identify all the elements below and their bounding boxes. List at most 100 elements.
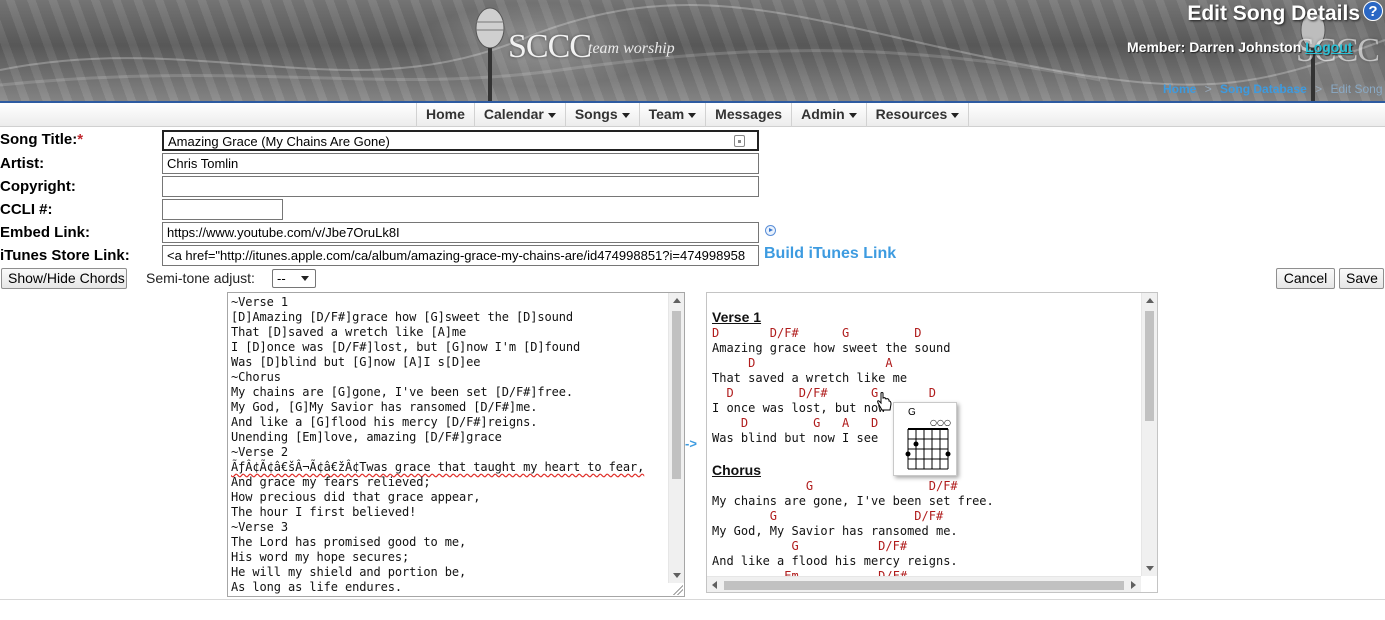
breadcrumb-separator: > — [1204, 82, 1212, 96]
editor-line: ~Chorus — [231, 370, 281, 384]
editor-line: My God, [G]My Savior has ransomed [D/F#]… — [231, 400, 538, 414]
resize-handle-icon[interactable] — [673, 585, 683, 595]
breadcrumb-separator: > — [1315, 82, 1323, 96]
semitone-label: Semi-tone adjust: — [146, 270, 255, 286]
breadcrumb-current: Edit Song — [1330, 82, 1383, 96]
section-title: Verse 1 — [712, 309, 762, 325]
logo-subtitle: team worship — [588, 40, 675, 57]
editor-line: The Lord has promised good to me, — [231, 535, 467, 549]
editor-line: ~Verse 1 — [231, 295, 288, 309]
editor-scrollbar[interactable] — [668, 293, 684, 583]
autofill-icon[interactable] — [734, 135, 745, 147]
editor-line: How precious did that grace appear, — [231, 490, 481, 504]
footer-divider — [0, 599, 1385, 600]
scroll-up-icon[interactable] — [1146, 298, 1154, 303]
copyright-input[interactable] — [162, 176, 759, 197]
ccli-input[interactable] — [162, 199, 283, 220]
page-title: Edit Song Details — [1187, 2, 1360, 25]
embed-link-label: Embed Link: — [0, 224, 91, 241]
editor-line: Unending [Em]love, amazing [D/F#]grace — [231, 430, 502, 444]
chord-line: G D/F# — [712, 509, 944, 523]
editor-line: Was [D]blind but [G]now [A]I s[D]ee — [231, 355, 481, 369]
editor-text[interactable]: ~Verse 1 [D]Amazing [D/F#]grace how [G]s… — [231, 295, 644, 595]
chevron-down-icon — [848, 112, 857, 118]
chevron-down-icon — [951, 112, 960, 118]
lyric-line: And like a flood his mercy reigns. — [712, 554, 958, 568]
song-title-label: Song Title:* — [0, 131, 84, 148]
breadcrumb-song-database[interactable]: Song Database — [1220, 82, 1307, 96]
chord-line: D D/F# G D — [712, 386, 936, 400]
header-banner: SCCC team worship SCCC Edit Song Details… — [0, 0, 1385, 101]
chevron-down-icon — [301, 276, 309, 281]
preview-hscroll-thumb[interactable] — [724, 581, 1124, 590]
scroll-right-icon[interactable] — [1131, 581, 1136, 589]
nav-item-team[interactable]: Team — [638, 103, 706, 127]
nav-items: Home Calendar Songs Team Messages Admin … — [416, 103, 970, 127]
song-title-input[interactable]: Amazing Grace (My Chains Are Gone) — [162, 130, 759, 151]
nav-item-messages[interactable]: Messages — [705, 103, 791, 127]
required-marker: * — [77, 131, 84, 148]
chevron-down-icon — [621, 112, 630, 118]
play-preview-icon[interactable] — [765, 225, 776, 236]
preview-scroll-thumb[interactable] — [1145, 311, 1154, 421]
breadcrumb-home[interactable]: Home — [1163, 82, 1196, 96]
chevron-down-icon — [547, 112, 556, 118]
editor-line: ~Verse 2 — [231, 445, 288, 459]
help-icon[interactable]: ? — [1363, 1, 1383, 21]
breadcrumb: Home > Song Database > Edit Song — [1163, 82, 1383, 96]
open-string-marks: ○○○ — [930, 418, 951, 427]
member-info: Member: Darren Johnston Logout — [1127, 39, 1353, 55]
arrow-indicator: -> — [685, 436, 697, 451]
lyric-line: My God, My Savior has ransomed me. — [712, 524, 958, 538]
editor-line: And like a [G]flood his mercy [D/F#]reig… — [231, 415, 538, 429]
lyric-line: Amazing grace how sweet the sound — [712, 341, 951, 355]
chevron-down-icon — [688, 112, 697, 118]
artist-input[interactable]: Chris Tomlin — [162, 153, 759, 174]
member-name: Member: Darren Johnston — [1127, 39, 1302, 55]
nav-item-songs[interactable]: Songs — [564, 103, 639, 127]
editor-line: [D]Amazing [D/F#]grace how [G]sweet the … — [231, 310, 573, 324]
chord-line: G D/F# — [712, 479, 958, 493]
nav-item-resources[interactable]: Resources — [865, 103, 970, 127]
logo: SCCC — [508, 28, 592, 65]
scroll-down-icon[interactable] — [673, 573, 681, 578]
guitar-chord-icon: ○○○ — [905, 418, 951, 470]
lyrics-editor[interactable]: ~Verse 1 [D]Amazing [D/F#]grace how [G]s… — [227, 292, 685, 597]
show-hide-chords-button[interactable]: Show/Hide Chords — [1, 268, 127, 289]
scroll-up-icon[interactable] — [673, 298, 681, 303]
editor-line: His word my hope secures; — [231, 550, 410, 564]
itunes-link-input[interactable]: <a href="http://itunes.apple.com/ca/albu… — [162, 245, 759, 266]
lyric-line: My chains are gone, I've been set free. — [712, 494, 994, 508]
cancel-button[interactable]: Cancel — [1276, 268, 1335, 289]
editor-line: He will my shield and portion be, — [231, 565, 467, 579]
chord-line: D D/F# G D — [712, 326, 922, 340]
save-button[interactable]: Save — [1339, 268, 1384, 289]
scroll-left-icon[interactable] — [712, 581, 717, 589]
hand-cursor-icon — [877, 392, 892, 411]
editor-scroll-thumb[interactable] — [672, 311, 681, 479]
preview-hscrollbar[interactable] — [707, 576, 1141, 592]
editor-line: My chains are [G]gone, I've been set [D/… — [231, 385, 573, 399]
embed-link-input[interactable]: https://www.youtube.com/v/Jbe7OruLk8I — [162, 222, 759, 243]
editor-line: That [D]saved a wretch like [A]me — [231, 325, 467, 339]
scroll-down-icon[interactable] — [1146, 566, 1154, 571]
editor-line: ~Verse 3 — [231, 520, 288, 534]
copyright-label: Copyright: — [0, 178, 76, 195]
nav-item-calendar[interactable]: Calendar — [473, 103, 565, 127]
nav-item-home[interactable]: Home — [416, 103, 474, 127]
chord-line: D A — [712, 356, 893, 370]
preview-scrollbar[interactable] — [1141, 293, 1157, 576]
itunes-link-label: iTunes Store Link: — [0, 247, 130, 264]
chord-diagram-popup: G ○○○ — [893, 402, 957, 476]
editor-line: I [D]once was [D/F#]lost, but [G]now I'm… — [231, 340, 581, 354]
semitone-select[interactable]: -- — [272, 269, 316, 288]
lyric-line: That saved a wretch like me — [712, 371, 908, 385]
artist-label: Artist: — [0, 155, 45, 172]
editor-line: The hour I first believed! — [231, 505, 417, 519]
chord-line: G D/F# — [712, 539, 908, 553]
build-itunes-link[interactable]: Build iTunes Link — [764, 245, 896, 263]
nav-item-admin[interactable]: Admin — [791, 103, 866, 127]
logout-link[interactable]: Logout — [1305, 39, 1352, 55]
editor-line: ÃƒÂ¢Ã¢â€šÂ¬Ã¢â€žÂ¢Twas grace that taught… — [231, 460, 645, 474]
editor-line: As long as life endures. — [231, 580, 402, 594]
